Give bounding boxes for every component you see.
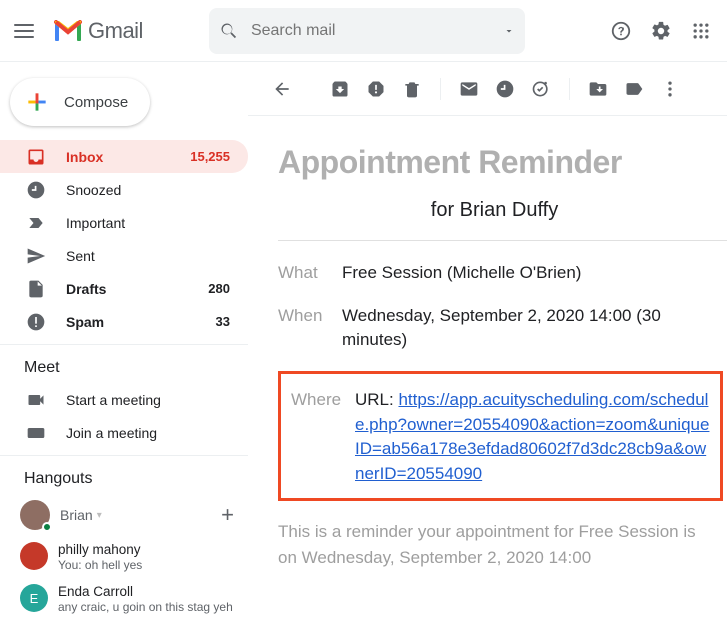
inbox-count: 15,255 xyxy=(190,149,230,164)
sidebar-item-spam[interactable]: Spam 33 xyxy=(0,305,248,338)
email-what-row: What Free Session (Michelle O'Brien) xyxy=(278,261,727,286)
sidebar-item-label: Start a meeting xyxy=(66,392,161,408)
drafts-count: 280 xyxy=(208,281,230,296)
when-value: Wednesday, September 2, 2020 14:00 (30 m… xyxy=(342,304,727,353)
report-spam-button[interactable] xyxy=(360,73,392,105)
sidebar-item-drafts[interactable]: Drafts 280 xyxy=(0,272,248,305)
email-for-line: for Brian Duffy xyxy=(278,199,727,222)
clock-icon xyxy=(26,180,46,200)
sidebar-item-snoozed[interactable]: Snoozed xyxy=(0,173,248,206)
compose-button[interactable]: Compose xyxy=(10,78,150,126)
apps-button[interactable] xyxy=(689,19,713,43)
spam-count: 33 xyxy=(216,314,230,329)
sidebar-item-inbox[interactable]: Inbox 15,255 xyxy=(0,140,248,173)
chat-name: Enda Carroll xyxy=(58,584,233,599)
email-toolbar xyxy=(248,62,727,116)
more-button[interactable] xyxy=(654,73,686,105)
inbox-icon xyxy=(26,147,46,167)
meet-section-title: Meet xyxy=(0,345,248,383)
start-meeting-button[interactable]: Start a meeting xyxy=(0,383,248,416)
hangouts-self[interactable]: Brian ▾ + xyxy=(0,494,248,536)
join-meeting-button[interactable]: Join a meeting xyxy=(0,416,248,449)
chat-preview: any craic, u goin on this stag yeh xyxy=(58,600,233,614)
label-icon xyxy=(624,79,644,99)
sidebar-item-label: Drafts xyxy=(66,281,106,297)
archive-button[interactable] xyxy=(324,73,356,105)
sidebar-item-label: Spam xyxy=(66,314,104,330)
gmail-icon xyxy=(54,20,82,42)
spam-icon xyxy=(26,312,46,332)
avatar xyxy=(20,542,48,570)
compose-label: Compose xyxy=(64,94,128,111)
drafts-icon xyxy=(26,279,46,299)
email-title: Appointment Reminder xyxy=(278,144,727,181)
gear-icon xyxy=(650,20,672,42)
chevron-down-icon[interactable]: ▾ xyxy=(97,510,102,521)
task-add-icon xyxy=(531,79,551,99)
move-to-button[interactable] xyxy=(582,73,614,105)
presence-indicator xyxy=(42,522,52,532)
folder-move-icon xyxy=(588,79,608,99)
settings-button[interactable] xyxy=(649,19,673,43)
search-bar[interactable] xyxy=(209,8,525,54)
main-menu-button[interactable] xyxy=(14,24,34,38)
support-button[interactable] xyxy=(609,19,633,43)
sidebar-item-label: Snoozed xyxy=(66,182,121,198)
labels-button[interactable] xyxy=(618,73,650,105)
divider xyxy=(278,240,727,241)
what-label: What xyxy=(278,261,342,286)
where-highlight-box: Where URL: https://app.acuityscheduling.… xyxy=(278,371,723,502)
help-icon xyxy=(610,20,632,42)
plus-icon xyxy=(24,89,50,115)
more-vert-icon xyxy=(660,79,680,99)
search-input[interactable] xyxy=(251,22,503,40)
chat-name: philly mahony xyxy=(58,542,142,557)
chat-preview: You: oh hell yes xyxy=(58,558,142,572)
when-label: When xyxy=(278,304,342,353)
avatar: E xyxy=(20,584,48,612)
sidebar-item-sent[interactable]: Sent xyxy=(0,239,248,272)
report-icon xyxy=(366,79,386,99)
mail-icon xyxy=(459,79,479,99)
what-value: Free Session (Michelle O'Brien) xyxy=(342,261,581,286)
where-label: Where xyxy=(291,388,355,487)
trash-icon xyxy=(402,79,422,99)
chat-item[interactable]: E Enda Carroll any craic, u goin on this… xyxy=(0,578,248,620)
appointment-url-link[interactable]: https://app.acuityscheduling.com/schedul… xyxy=(355,390,709,483)
brand-text: Gmail xyxy=(88,18,143,44)
video-icon xyxy=(26,390,46,410)
clock-icon xyxy=(495,79,515,99)
reminder-text: This is a reminder your appointment for … xyxy=(278,519,727,570)
arrow-left-icon xyxy=(272,79,292,99)
sidebar-item-important[interactable]: Important xyxy=(0,206,248,239)
gmail-logo[interactable]: Gmail xyxy=(54,18,143,44)
sidebar-item-label: Important xyxy=(66,215,125,231)
search-options-icon[interactable] xyxy=(503,25,515,37)
sidebar-item-label: Inbox xyxy=(66,149,103,165)
hangouts-username: Brian xyxy=(60,507,93,523)
hangouts-section-title: Hangouts xyxy=(0,456,248,494)
sidebar-item-label: Join a meeting xyxy=(66,425,157,441)
chat-item[interactable]: philly mahony You: oh hell yes xyxy=(0,536,248,578)
apps-grid-icon xyxy=(691,21,711,41)
back-button[interactable] xyxy=(266,73,298,105)
new-chat-button[interactable]: + xyxy=(221,502,234,528)
email-when-row: When Wednesday, September 2, 2020 14:00 … xyxy=(278,304,727,353)
archive-icon xyxy=(330,79,350,99)
avatar xyxy=(20,500,50,530)
important-icon xyxy=(26,213,46,233)
search-icon xyxy=(219,21,239,41)
sidebar-item-label: Sent xyxy=(66,248,95,264)
snooze-button[interactable] xyxy=(489,73,521,105)
delete-button[interactable] xyxy=(396,73,428,105)
sent-icon xyxy=(26,246,46,266)
where-value: URL: https://app.acuityscheduling.com/sc… xyxy=(355,388,710,487)
keyboard-icon xyxy=(26,423,46,443)
mark-unread-button[interactable] xyxy=(453,73,485,105)
add-to-tasks-button[interactable] xyxy=(525,73,557,105)
